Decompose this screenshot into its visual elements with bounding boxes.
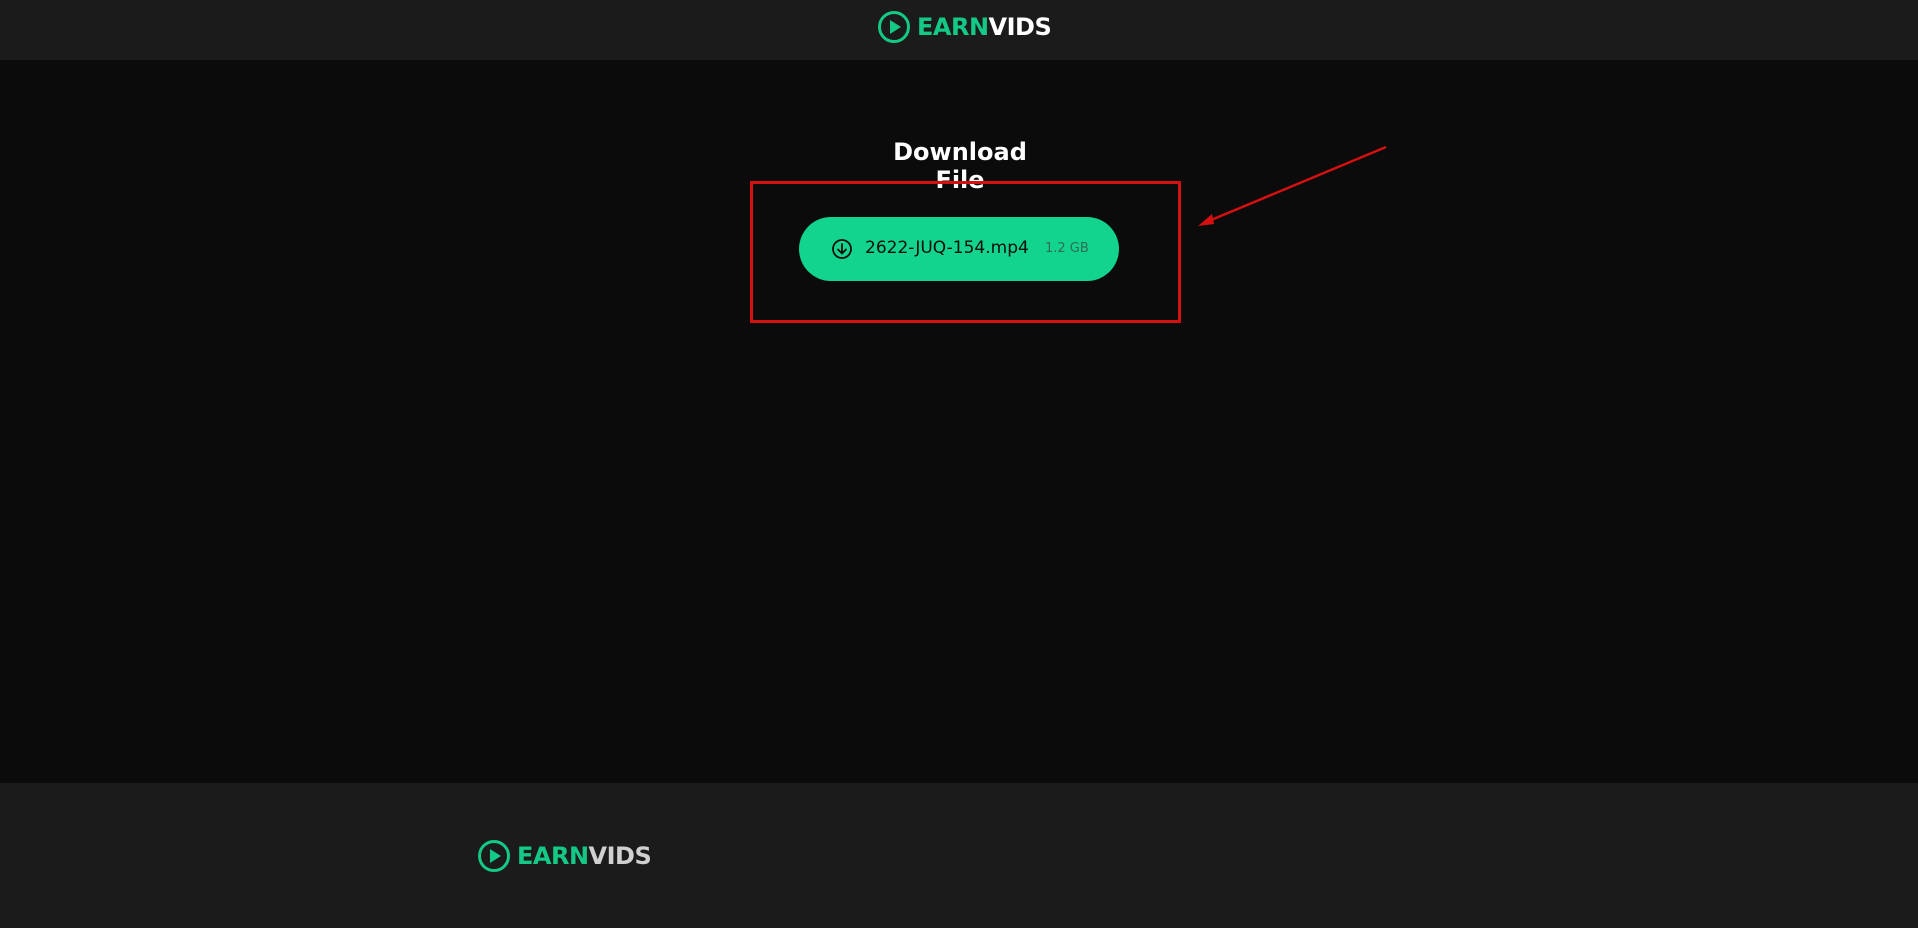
annotation-arrow-icon [1198, 145, 1387, 226]
download-filesize: 1.2 GB [1045, 241, 1089, 256]
footer-logo[interactable]: EARN VIDS [477, 838, 652, 874]
header-logo[interactable]: EARN VIDS [877, 10, 1052, 44]
download-filename: 2622-JUQ-154.mp4 [865, 238, 1029, 258]
play-circle-icon [478, 840, 510, 872]
page-footer: EARN VIDS [0, 783, 1918, 928]
download-file-button[interactable]: 2622-JUQ-154.mp4 1.2 GB [799, 217, 1119, 281]
top-header: EARN VIDS [0, 0, 1918, 60]
footer-logo-vids-text: VIDS [588, 842, 652, 870]
logo-vids-text: VIDS [988, 13, 1052, 41]
logo-earn-text: EARN [917, 13, 989, 41]
play-circle-icon [878, 11, 910, 43]
download-circle-icon [832, 239, 852, 259]
footer-logo-earn-text: EARN [517, 842, 589, 870]
